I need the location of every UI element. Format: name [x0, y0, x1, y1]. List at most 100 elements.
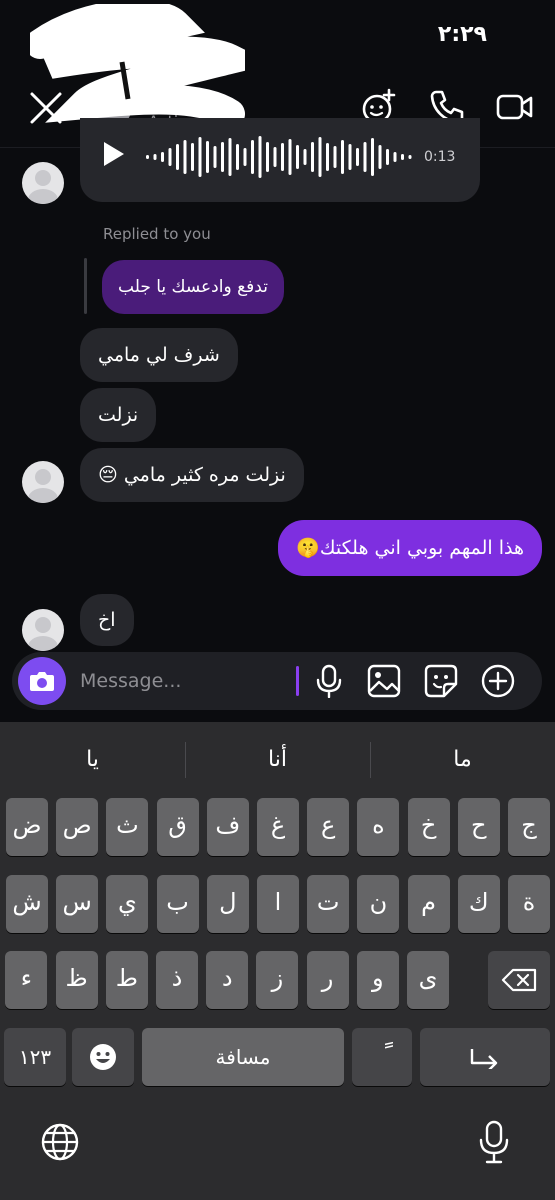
contact-avatar[interactable] — [22, 609, 64, 651]
message-bubble[interactable]: نزلت — [80, 388, 157, 442]
waveform-bar — [266, 142, 269, 172]
waveform-bar — [341, 140, 344, 174]
globe-icon[interactable] — [40, 1122, 80, 1162]
waveform-bar — [228, 138, 232, 176]
key-row3[interactable]: ز — [256, 951, 299, 1009]
play-icon[interactable] — [102, 140, 126, 168]
waveform-bar — [251, 140, 254, 174]
message-bubble[interactable]: اخ — [80, 594, 134, 646]
key-row2[interactable]: ي — [106, 875, 149, 933]
message-bubble[interactable]: شرف لي مامي — [80, 328, 238, 382]
suggestion[interactable]: ما — [370, 747, 555, 772]
key-row1[interactable]: ع — [307, 798, 350, 856]
suggestion-divider — [185, 742, 186, 778]
key-row3[interactable]: ر — [306, 951, 349, 1009]
waveform-bar — [273, 147, 277, 167]
key-row3[interactable]: و — [356, 951, 399, 1009]
emoji-icon — [90, 1044, 116, 1070]
waveform-bar — [221, 142, 224, 172]
waveform-bar — [183, 140, 187, 174]
waveform-bar — [318, 137, 322, 177]
dictation-icon[interactable] — [478, 1120, 510, 1164]
voice-message[interactable]: 0:13 — [80, 118, 480, 202]
reply-quote-bubble[interactable]: تدفع وادعسك يا جلب — [102, 260, 284, 314]
key-row1[interactable]: ص — [56, 798, 99, 856]
key-row2[interactable]: ب — [156, 875, 199, 933]
numbers-key[interactable]: ١٢٣ — [4, 1028, 66, 1086]
camera-button[interactable] — [18, 657, 66, 705]
keyboard: ما أنا يا جحخهعغفقثصض ةكمنتالبيسش ىورزدذطظ… — [0, 722, 555, 1200]
text-caret — [296, 666, 299, 696]
replied-label: Replied to you — [103, 225, 211, 243]
waveform-bar — [363, 142, 367, 172]
reply-bar — [84, 258, 87, 314]
message-input[interactable] — [80, 666, 290, 696]
key-row3[interactable]: ظ — [55, 951, 98, 1009]
key-row3[interactable]: ذ — [156, 951, 198, 1009]
waveform-bar — [206, 141, 209, 173]
key-row3[interactable]: ى — [407, 951, 449, 1009]
diacritic-key[interactable]: ً — [352, 1028, 412, 1086]
waveform-bar — [296, 145, 299, 169]
voice-duration: 0:13 — [424, 149, 456, 165]
space-key[interactable]: مسافة — [142, 1028, 344, 1086]
key-row1[interactable]: غ — [257, 798, 299, 856]
key-row3[interactable]: ء — [5, 951, 48, 1009]
key-row1[interactable]: ح — [457, 798, 500, 856]
suggestion[interactable]: أنا — [185, 747, 370, 772]
message-bubble[interactable]: نزلت مره كثير مامي 😔 — [80, 448, 304, 502]
key-row2[interactable]: ل — [206, 875, 249, 933]
key-row1[interactable]: ق — [156, 798, 199, 856]
waveform-bar — [281, 143, 284, 171]
return-key[interactable] — [420, 1028, 550, 1086]
waveform-bar — [371, 138, 374, 176]
backspace-key[interactable] — [488, 951, 550, 1009]
waveform-bar — [326, 143, 329, 171]
message-composer — [12, 652, 542, 710]
key-row2[interactable]: ا — [257, 875, 299, 933]
waveform-bar — [198, 137, 202, 177]
waveform-bar — [243, 148, 247, 166]
plus-circle-icon[interactable] — [481, 664, 515, 698]
key-row2[interactable]: س — [56, 875, 99, 933]
waveform-bar — [176, 144, 179, 170]
suggestion[interactable]: يا — [0, 747, 185, 772]
waveform-bar — [236, 144, 239, 170]
contact-avatar[interactable] — [22, 461, 64, 503]
key-row2[interactable]: ن — [357, 875, 400, 933]
key-row1[interactable]: ج — [508, 798, 550, 856]
emoji-key[interactable] — [72, 1028, 134, 1086]
waveform-bar — [258, 136, 262, 178]
key-row2[interactable]: ك — [457, 875, 500, 933]
key-row1[interactable]: ض — [6, 798, 48, 856]
waveform-bar — [146, 155, 149, 159]
key-row2[interactable]: ة — [508, 875, 550, 933]
waveform-bar — [311, 142, 314, 172]
message-bubble-sent[interactable]: هذا المهم بوبي اني هلكتك🤫 — [278, 520, 542, 576]
waveform-bar — [378, 145, 382, 169]
key-row1[interactable]: ث — [106, 798, 149, 856]
waveform-bar — [333, 146, 337, 168]
key-row3[interactable]: د — [206, 951, 249, 1009]
waveform-bar — [356, 148, 359, 166]
key-row3[interactable]: ط — [105, 951, 148, 1009]
key-row1[interactable]: خ — [407, 798, 450, 856]
waveform-bar — [408, 155, 412, 159]
sticker-icon[interactable] — [424, 664, 458, 698]
waveform-bar — [393, 152, 397, 162]
backspace-icon — [501, 968, 537, 992]
contact-avatar[interactable] — [22, 162, 64, 204]
key-row2[interactable]: م — [407, 875, 450, 933]
microphone-icon[interactable] — [312, 664, 346, 698]
key-row2[interactable]: ش — [6, 875, 48, 933]
key-row1[interactable]: ف — [206, 798, 249, 856]
waveform-bar — [153, 154, 157, 160]
video-icon[interactable] — [496, 88, 534, 126]
key-row2[interactable]: ت — [307, 875, 350, 933]
camera-icon — [30, 672, 54, 691]
waveform-bar — [161, 152, 164, 162]
return-icon — [470, 1049, 498, 1069]
waveform-bar — [168, 148, 172, 166]
key-row1[interactable]: ه — [357, 798, 400, 856]
image-icon[interactable] — [367, 664, 401, 698]
